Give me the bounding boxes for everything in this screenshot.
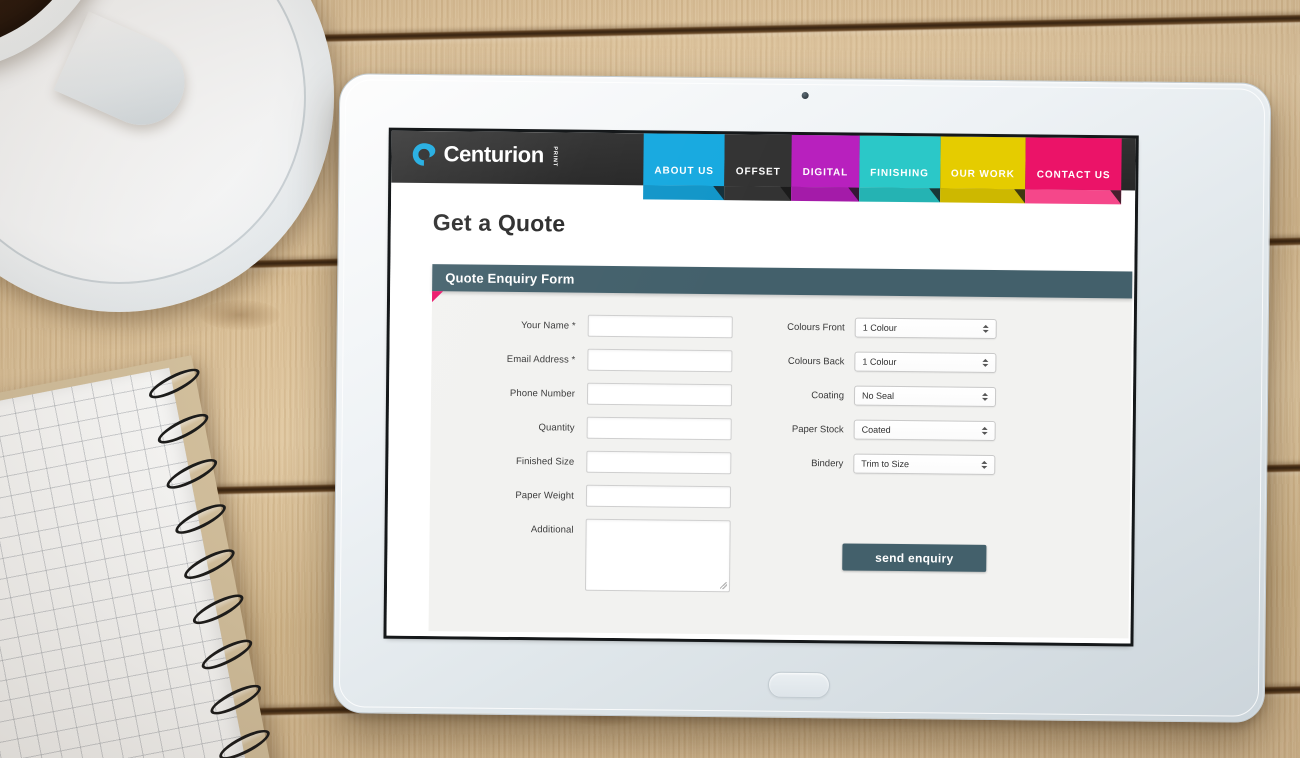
form-row: Paper Stock Coated (776, 419, 1116, 443)
field-label: Additional (530, 524, 574, 536)
nav-tab-label: FINISHING (870, 167, 929, 180)
front-camera-icon (801, 91, 809, 100)
logo-wordmark: Centurion (443, 141, 544, 168)
form-row: Email Address * (439, 347, 776, 373)
select-value: No Seal (861, 390, 895, 401)
page-content: Get a Quote Quote Enquiry Form Your Name… (386, 182, 1136, 644)
form-row: Finished Size (438, 449, 775, 475)
logo-subtext: PRINT (551, 146, 558, 167)
select-stepper-icon (982, 324, 989, 333)
field-label: Phone Number (509, 387, 576, 400)
input-paper-weight[interactable] (585, 484, 732, 509)
field-label: Colours Front (787, 321, 845, 333)
panel-header-title: Quote Enquiry Form (445, 270, 575, 287)
nav-tab-digital[interactable]: DIGITAL (791, 134, 860, 202)
field-label: Paper Stock (791, 423, 844, 435)
nav-tab-label: CONTACT US (1036, 169, 1111, 182)
field-label: Quantity (538, 422, 575, 434)
tablet-screen: Centurion PRINT ABOUT US OFFSET DIGITAL FIN… (386, 130, 1136, 644)
form-row: Phone Number (439, 381, 776, 407)
nav-tab-finishing[interactable]: FINISHING (858, 135, 941, 203)
nav-tab-label: OFFSET (735, 166, 781, 178)
select-stepper-icon (982, 358, 989, 367)
select-value: Trim to Size (861, 458, 910, 470)
nav-tab-fold (858, 187, 940, 203)
nav-tab-label: OUR WORK (950, 168, 1015, 181)
select-paper-stock[interactable]: Coated (853, 419, 996, 442)
input-email-address[interactable] (587, 348, 733, 373)
home-button[interactable] (767, 671, 831, 699)
tablet-device: Centurion PRINT ABOUT US OFFSET DIGITAL FIN… (332, 73, 1272, 723)
field-label: Colours Back (787, 355, 845, 367)
field-label: Coating (811, 389, 845, 401)
select-stepper-icon (981, 460, 988, 469)
nav-tab-fold (724, 186, 792, 201)
nav-tab-about-us[interactable]: ABOUT US (643, 133, 726, 201)
nav-tab-fold (791, 186, 860, 202)
nav-tab-label: DIGITAL (802, 166, 849, 179)
input-phone-number[interactable] (586, 382, 733, 407)
form-right-column: Colours Front 1 Colour Colours Back 1 Colou… (774, 317, 1117, 609)
quote-enquiry-panel: Quote Enquiry Form Your Name * Email Addr… (428, 264, 1133, 639)
field-label: Paper Weight (515, 490, 575, 502)
site-logo[interactable]: Centurion PRINT (411, 141, 558, 169)
nav-tab-label: ABOUT US (654, 165, 714, 178)
field-label: Bindery (811, 457, 844, 469)
field-label: Finished Size (515, 456, 575, 468)
select-value: Coated (861, 424, 891, 435)
form-row: Coating No Seal (776, 385, 1116, 409)
textarea-additional[interactable] (584, 518, 731, 593)
form-row: Bindery Trim to Size (775, 453, 1115, 477)
panel-body: Your Name * Email Address * Phone Number Qu… (428, 291, 1133, 639)
nav-tab-our-work[interactable]: OUR WORK (939, 136, 1027, 204)
form-left-column: Your Name * Email Address * Phone Number Qu… (429, 313, 777, 605)
select-colours-front[interactable]: 1 Colour (854, 317, 997, 340)
submit-row: send enquiry (842, 543, 1114, 573)
form-row: Additional (437, 517, 775, 593)
nav-tab-fold (939, 188, 1026, 204)
page-title: Get a Quote (432, 209, 566, 237)
select-coating[interactable]: No Seal (853, 385, 997, 408)
send-enquiry-button[interactable]: send enquiry (842, 543, 987, 572)
field-label: Your Name * (521, 320, 576, 332)
form-row: Paper Weight (438, 483, 775, 509)
form-row: Colours Front 1 Colour (777, 317, 1117, 341)
input-finished-size[interactable] (586, 450, 732, 475)
form-row: Quantity (439, 415, 776, 441)
select-bindery[interactable]: Trim to Size (853, 453, 996, 476)
form-row: Your Name * (440, 313, 777, 339)
select-value: 1 Colour (862, 322, 897, 333)
input-quantity[interactable] (586, 416, 732, 441)
input-your-name[interactable] (587, 314, 733, 339)
centurion-droplet-icon (411, 141, 436, 166)
main-navigation: ABOUT US OFFSET DIGITAL FINISHING OUR WORK CO… (643, 133, 1122, 206)
nav-tab-contact-us[interactable]: CONTACT US (1025, 137, 1122, 205)
site-header: Centurion PRINT ABOUT US OFFSET DIGITAL FIN… (391, 130, 1136, 205)
select-stepper-icon (981, 392, 989, 401)
nav-tab-fold (643, 185, 725, 201)
select-colours-back[interactable]: 1 Colour (854, 351, 997, 374)
field-label: Email Address * (506, 353, 576, 366)
nav-tab-offset[interactable]: OFFSET (724, 134, 793, 201)
form-row: Colours Back 1 Colour (776, 351, 1116, 375)
panel-corner-fold (431, 291, 444, 303)
select-stepper-icon (981, 426, 988, 435)
select-value: 1 Colour (862, 356, 897, 367)
nav-tab-fold (1025, 189, 1122, 205)
